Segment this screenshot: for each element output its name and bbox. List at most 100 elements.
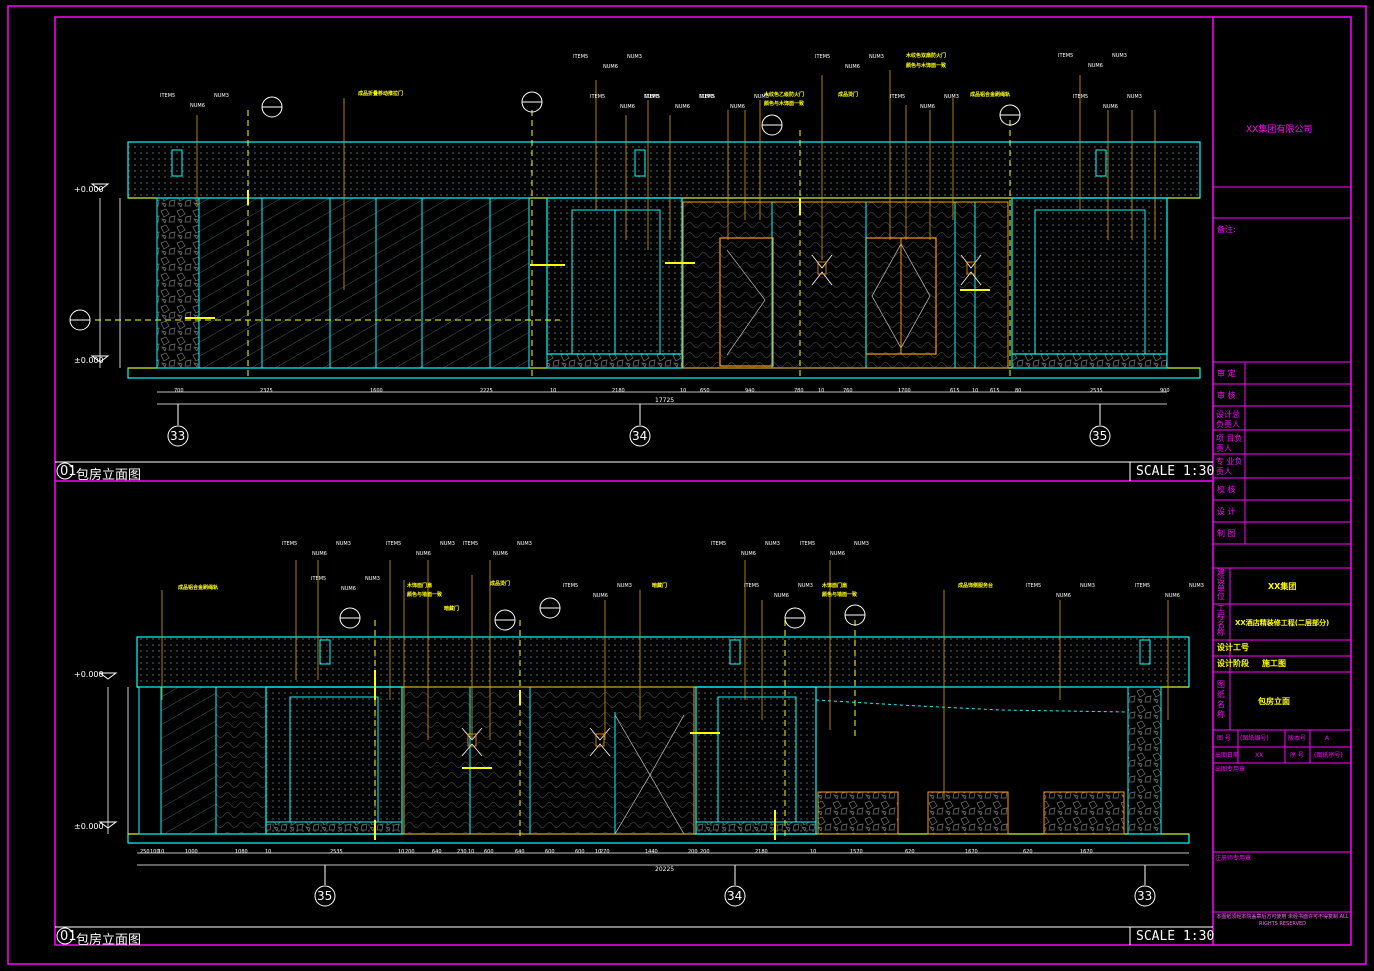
- annotation-upper-2: 颜色与木饰面一致: [906, 63, 947, 69]
- item-num-1: NUM3: [627, 54, 642, 60]
- level-bottom-lower: ±0.000: [74, 822, 104, 831]
- tb-client-label: 建设单位: [1217, 568, 1225, 601]
- item-sub-18: NUM6: [1165, 593, 1180, 599]
- item-sub-9: NUM6: [312, 551, 327, 557]
- tb-seq-label: 序 号: [1290, 752, 1304, 759]
- dim-upper-0: 700: [174, 388, 184, 394]
- item-tag-14: ITEM5: [711, 541, 727, 547]
- dim-upper-12: 1700: [898, 388, 911, 394]
- item-sub-16: NUM6: [774, 593, 789, 599]
- annotation-lower-7: 颜色与墙面一致: [822, 592, 858, 598]
- item-num-11: NUM3: [517, 541, 532, 547]
- item-sub-17: NUM6: [1056, 593, 1071, 599]
- dim-lower-4: 1080: [235, 849, 248, 855]
- item-num-9: NUM3: [336, 541, 351, 547]
- scale-label-lower: SCALE 1:30: [1136, 929, 1215, 944]
- dim-lower-19: 200: [688, 849, 698, 855]
- dim-lower-5: 10: [265, 849, 272, 855]
- tb-copyright-note: 本图纸须经本院盖章后方可使用 未经书面许可不得复制 ALL RIGHTS RES…: [1216, 914, 1349, 927]
- item-sub-8: NUM6: [1103, 104, 1118, 110]
- dim-upper-8: 940: [745, 388, 755, 394]
- drawing-title-upper: 包房立面图: [76, 468, 142, 483]
- item-tag-17: ITEM5: [1026, 583, 1042, 589]
- dim-upper-4: 10: [550, 388, 557, 394]
- item-sub-10: NUM6: [416, 551, 431, 557]
- item-tag-18: ITEM5: [1135, 583, 1151, 589]
- item-tag-10: ITEM5: [386, 541, 402, 547]
- tb-stage-label: 设计阶段: [1217, 659, 1249, 668]
- cad-drawing-sheet: [7, 5, 1367, 965]
- tb-project-label: 工程名称: [1217, 604, 1225, 637]
- dim-lower-27: 1670: [1080, 849, 1093, 855]
- item-sub-0: NUM6: [190, 103, 205, 109]
- tb-drawing-num-label: 图 号: [1217, 735, 1231, 742]
- dim-upper-9: 780: [794, 388, 804, 394]
- annotation-lower-4: 成品烫门: [490, 581, 511, 587]
- tb-check: 审 核: [1217, 391, 1236, 400]
- dim-upper-13: 615: [950, 388, 960, 394]
- tb-drawing-name-label: 图纸名称: [1217, 680, 1225, 719]
- dim-upper-11: 760: [843, 388, 853, 394]
- dim-lower-13: 640: [515, 849, 525, 855]
- tb-stamp-publish: 出图专用章: [1215, 766, 1246, 773]
- dim-upper-10: 10: [818, 388, 825, 394]
- item-sub-2: NUM6: [620, 104, 635, 110]
- tb-stage-value: 施工图: [1262, 659, 1286, 668]
- item-tag-12: ITEM5: [311, 576, 327, 582]
- item-num-12: NUM3: [365, 576, 380, 582]
- item-tag-2: ITEM5: [590, 94, 606, 100]
- tb-drafting: 制 图: [1217, 529, 1236, 538]
- drawing-number-upper: 01: [60, 464, 77, 479]
- tb-design-lead: 设计总负责人: [1216, 410, 1240, 429]
- drawing-title-lower: 包房立面图: [76, 933, 142, 948]
- item-tag-16: ITEM5: [744, 583, 760, 589]
- axis-label-upper-3: 35: [1092, 429, 1108, 443]
- upper-elevation: [69, 70, 1201, 447]
- item-sub-5: NUM6: [845, 64, 860, 70]
- dim-lower-17: 270: [600, 849, 610, 855]
- tb-design: 设 计: [1217, 507, 1236, 516]
- annotation-upper-6: 成品铝合金刷绳轨: [970, 92, 1011, 98]
- item-sub-3: NUM6: [675, 104, 690, 110]
- tb-version-label: 版本号: [1288, 735, 1307, 742]
- dim-upper-6: 10: [680, 388, 687, 394]
- dim-lower-14: 600: [545, 849, 555, 855]
- dim-total-upper: 17725: [655, 397, 675, 404]
- item-sub-12: NUM6: [341, 586, 356, 592]
- item-sub-4: NUM6: [730, 104, 745, 110]
- annotation-upper-4: 颜色与木饰面一致: [764, 101, 805, 107]
- annotation-lower-5: 暗藏门: [652, 583, 668, 589]
- tb-seq-value: (图纸序号): [1314, 752, 1343, 759]
- dim-upper-7: 650: [700, 388, 710, 394]
- dim-upper-1: 2325: [260, 388, 273, 394]
- dim-upper-14: 10: [972, 388, 979, 394]
- dim-lower-18: 1440: [645, 849, 658, 855]
- annotation-lower-0: 成品铝合金刷绳轨: [178, 585, 219, 591]
- dim-lower-23: 1570: [850, 849, 863, 855]
- item-sub-6: NUM6: [920, 104, 935, 110]
- annotation-upper-5: 成品烫门: [838, 92, 859, 98]
- level-top-upper: +0.000: [74, 185, 104, 194]
- annotation-lower-2: 颜色与墙面一致: [407, 592, 443, 598]
- dim-upper-2: 1600: [370, 388, 383, 394]
- tb-design-no-label: 设计工号: [1217, 643, 1249, 652]
- item-tag-11: ITEM5: [463, 541, 479, 547]
- dim-lower-24: 620: [905, 849, 915, 855]
- item-num-7: NUM3: [1112, 53, 1127, 59]
- item-tag-3: ITEM5: [645, 94, 661, 100]
- annotation-lower-3: 暗藏门: [444, 606, 460, 612]
- item-sub-7: NUM6: [1088, 63, 1103, 69]
- item-sub-1: NUM6: [603, 64, 618, 70]
- item-num-16: NUM3: [798, 583, 813, 589]
- item-num-0: NUM3: [214, 93, 229, 99]
- tb-drawing-name-value: 包房立面: [1258, 697, 1290, 706]
- dim-lower-26: 620: [1023, 849, 1033, 855]
- item-num-4: NUM3: [754, 94, 769, 100]
- tb-review: 审 定: [1217, 369, 1236, 378]
- dim-upper-15: 615: [990, 388, 1000, 394]
- dim-lower-11: 10: [468, 849, 475, 855]
- tb-drawing-num-value: (图纸编号): [1240, 735, 1269, 742]
- item-tag-1: ITEM5: [573, 54, 589, 60]
- item-tag-7: ITEM5: [1058, 53, 1074, 59]
- dim-lower-21: 2180: [755, 849, 768, 855]
